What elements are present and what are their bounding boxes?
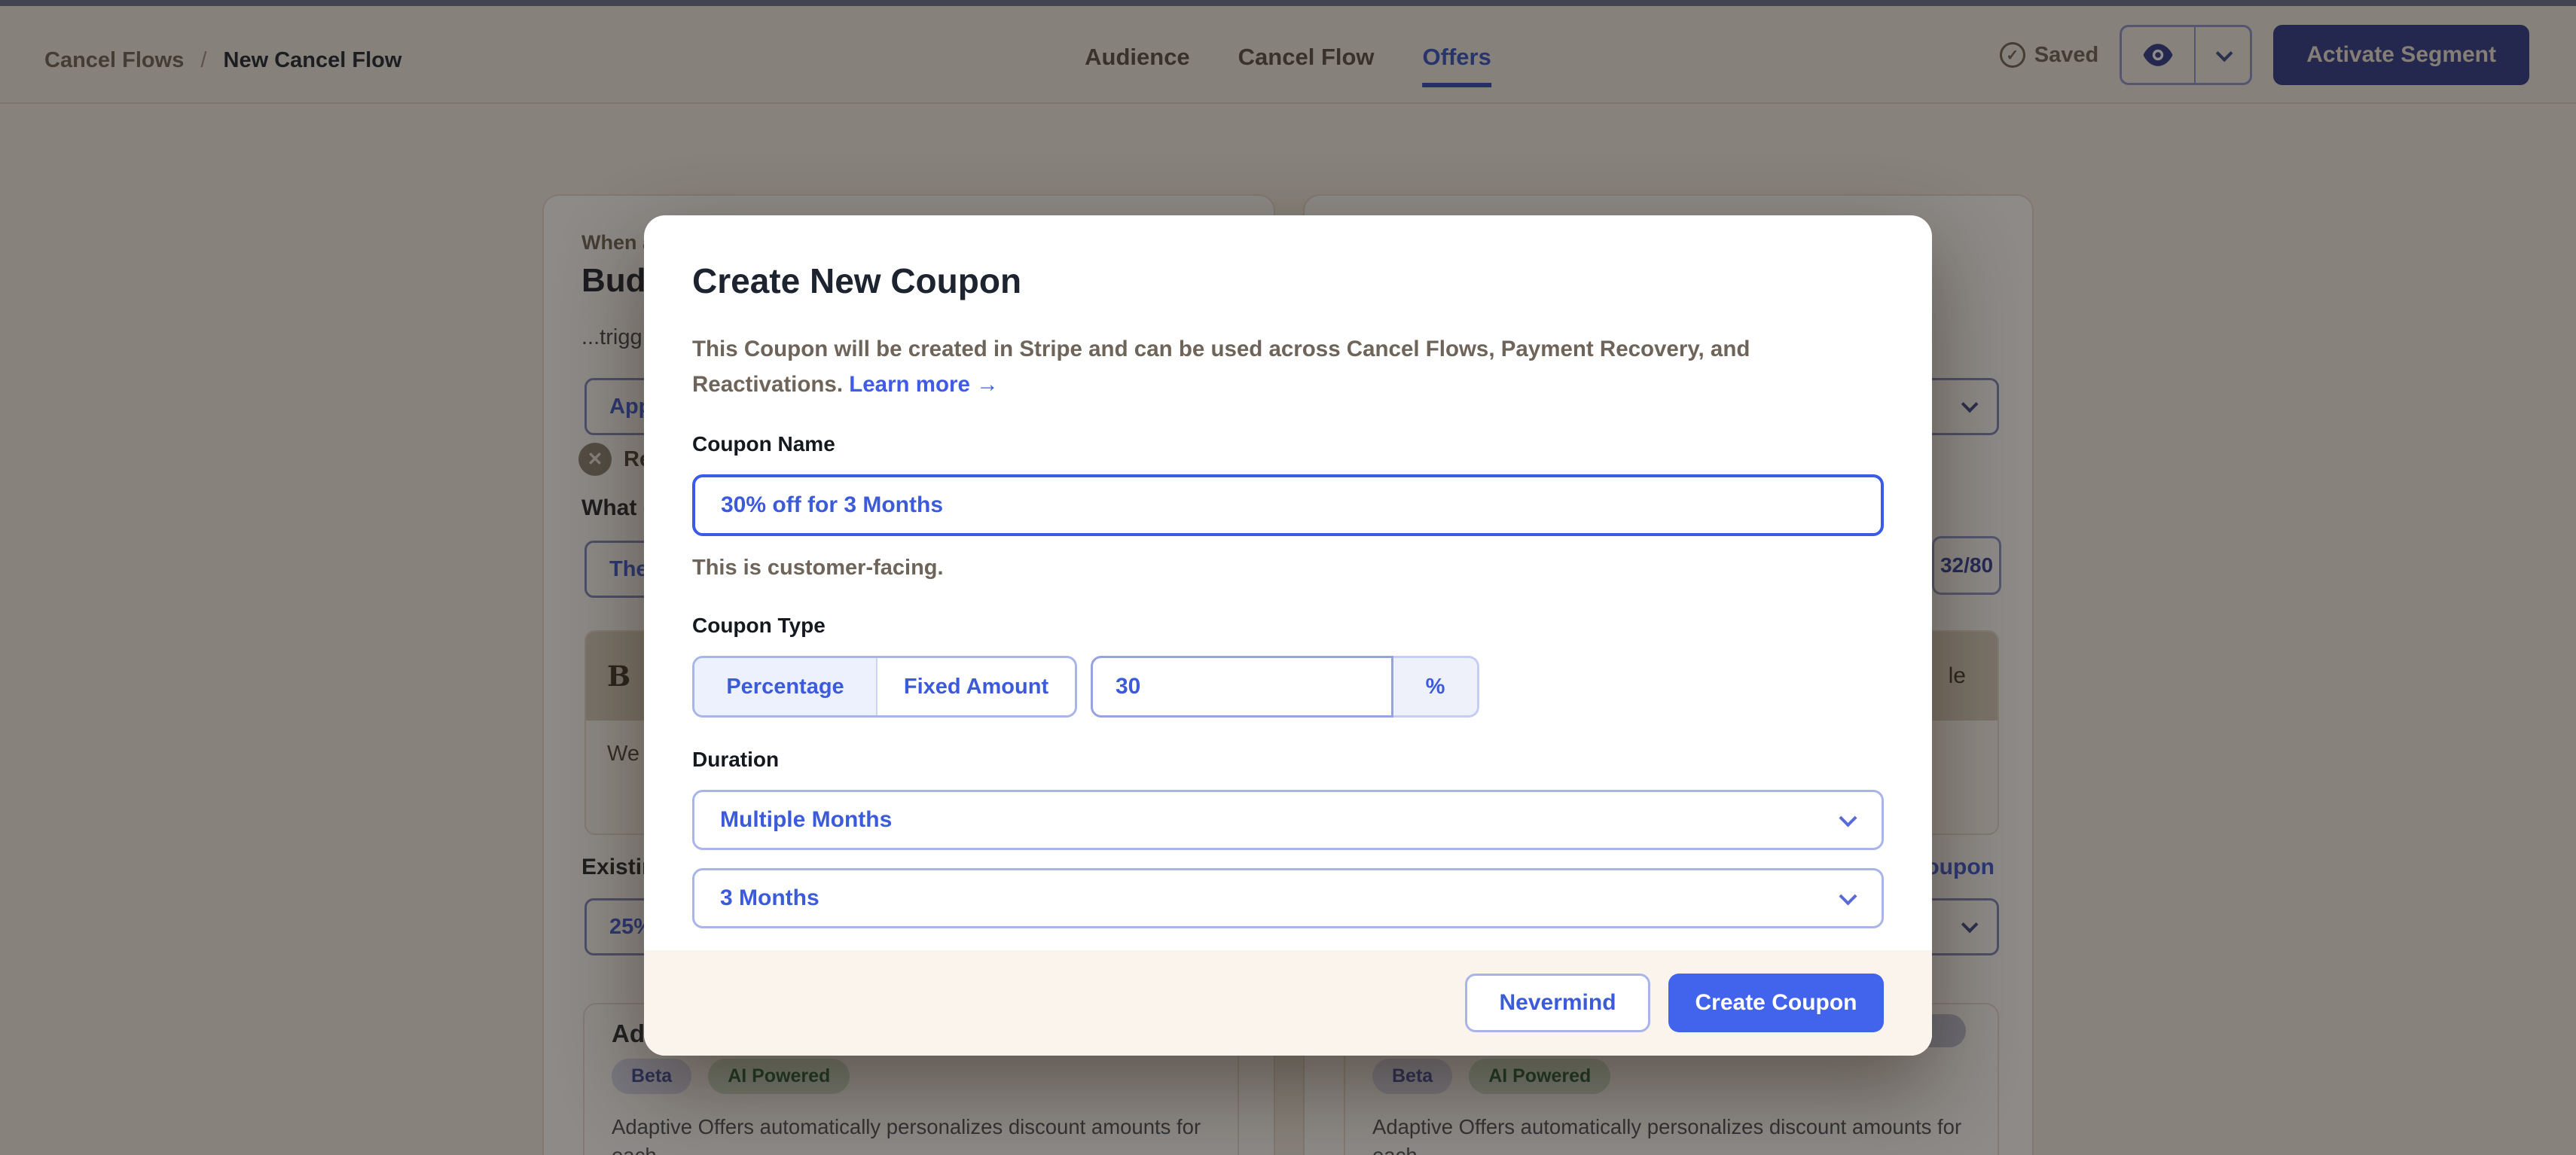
app-screen: Cancel Flows / New Cancel Flow Audience … — [0, 0, 2576, 1155]
duration-interval-select[interactable]: Multiple Months — [692, 790, 1884, 850]
modal-title: Create New Coupon — [692, 261, 1884, 301]
duration-months-value: 3 Months — [720, 885, 819, 911]
duration-months-select[interactable]: 3 Months — [692, 868, 1884, 928]
coupon-name-input[interactable]: 30% off for 3 Months — [692, 474, 1884, 536]
modal-footer: Nevermind Create Coupon — [644, 950, 1932, 1056]
percentage-option[interactable]: Percentage — [694, 658, 877, 715]
duration-label: Duration — [692, 748, 1884, 772]
amount-input-group: 30 % — [1091, 656, 1479, 718]
duration-interval-value: Multiple Months — [720, 807, 892, 833]
coupon-type-segmented-control: Percentage Fixed Amount — [692, 656, 1077, 718]
learn-more-link[interactable]: Learn more → — [849, 372, 998, 397]
amount-input[interactable]: 30 — [1091, 656, 1393, 718]
coupon-name-helper: This is customer-facing. — [692, 556, 1884, 581]
coupon-name-value: 30% off for 3 Months — [721, 492, 943, 518]
coupon-name-label: Coupon Name — [692, 432, 1884, 456]
modal-description: This Coupon will be created in Stripe an… — [692, 331, 1822, 402]
coupon-type-label: Coupon Type — [692, 614, 1884, 638]
chevron-down-icon — [1839, 887, 1857, 905]
create-coupon-button[interactable]: Create Coupon — [1668, 974, 1884, 1032]
chevron-down-icon — [1839, 809, 1857, 827]
amount-value: 30 — [1116, 674, 1140, 699]
fixed-amount-option[interactable]: Fixed Amount — [877, 658, 1075, 715]
percent-suffix: % — [1393, 656, 1479, 718]
nevermind-button[interactable]: Nevermind — [1465, 974, 1650, 1032]
create-coupon-modal: Create New Coupon This Coupon will be cr… — [644, 215, 1932, 1056]
